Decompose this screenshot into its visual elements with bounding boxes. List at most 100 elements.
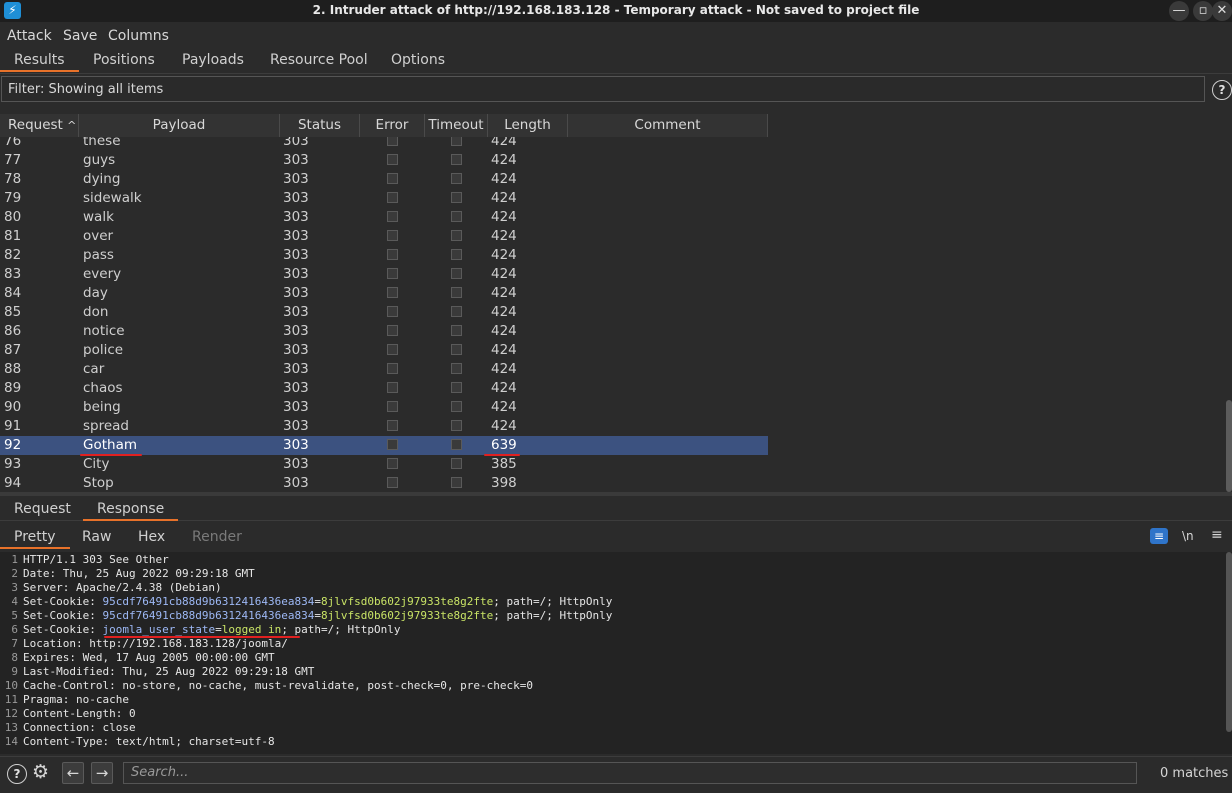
tab-raw[interactable]: Raw [82,529,111,545]
menu-bar: Attack Save Columns [0,24,1232,46]
payload-cell: chaos [83,380,123,396]
header-name: Pragma: [23,693,70,706]
tab-options[interactable]: Options [391,52,445,68]
tab-render[interactable]: Render [192,529,242,545]
tab-payloads[interactable]: Payloads [182,52,244,68]
cookie-attributes: ; path=/; HttpOnly [493,595,613,608]
column-error[interactable]: Error [360,114,425,137]
table-row[interactable]: 86 notice 303 424 [0,322,768,341]
filter-label: Filter: Showing all items [8,82,164,97]
column-status[interactable]: Status [280,114,360,137]
tab-results[interactable]: Results [0,52,79,72]
column-length[interactable]: Length [488,114,568,137]
maximize-button[interactable]: ▫ [1193,1,1213,21]
request-number: 93 [4,456,22,472]
timeout-checkbox [451,154,462,165]
word-wrap-icon[interactable]: ≡ [1150,528,1168,544]
timeout-checkbox [451,439,462,450]
error-checkbox [387,344,398,355]
response-line: 1 HTTP/1.1 303 See Other [0,553,1220,567]
status-cell: 303 [283,285,309,301]
timeout-checkbox [451,230,462,241]
menu-columns[interactable]: Columns [108,28,169,44]
table-row[interactable]: 93 City 303 385 [0,455,768,474]
length-cell: 424 [491,418,517,434]
table-row[interactable]: 94 Stop 303 398 [0,474,768,492]
close-button[interactable]: ✕ [1212,1,1232,21]
header-name: Last-Modified: [23,665,116,678]
editor-scrollbar[interactable] [1226,552,1232,732]
line-content: Pragma: no-cache [23,693,129,707]
timeout-checkbox [451,249,462,260]
table-row[interactable]: 80 walk 303 424 [0,208,768,227]
error-checkbox [387,268,398,279]
length-cell: 424 [491,171,517,187]
help-icon[interactable]: ? [7,764,27,784]
timeout-checkbox [451,325,462,336]
error-checkbox [387,211,398,222]
table-row[interactable]: 89 chaos 303 424 [0,379,768,398]
tab-hex[interactable]: Hex [138,529,165,545]
response-line: 3 Server: Apache/2.4.38 (Debian) [0,581,1220,595]
scrollbar-thumb[interactable] [1226,400,1232,492]
error-checkbox [387,287,398,298]
minimize-button[interactable]: — [1169,1,1189,21]
newline-toggle-icon[interactable]: \n [1182,529,1194,543]
table-row[interactable]: 84 day 303 424 [0,284,768,303]
table-row[interactable]: 76 these 303 424 [0,137,768,151]
editor-menu-icon[interactable]: ≡ [1211,527,1223,543]
table-row[interactable]: 81 over 303 424 [0,227,768,246]
payload-cell: spread [83,418,130,434]
column-comment[interactable]: Comment [568,114,768,137]
length-cell: 424 [491,137,517,149]
payload-cell: pass [83,247,114,263]
tab-pretty[interactable]: Pretty [0,529,70,549]
status-cell: 303 [283,190,309,206]
line-number: 2 [11,567,18,580]
header-value: Thu, 25 Aug 2022 09:29:18 GMT [115,665,315,678]
tab-positions[interactable]: Positions [93,52,155,68]
cookie-annotation-underline [104,636,300,638]
table-row[interactable]: 79 sidewalk 303 424 [0,189,768,208]
table-row[interactable]: 85 don 303 424 [0,303,768,322]
search-input[interactable]: Search... [123,762,1137,784]
tab-response[interactable]: Response [83,501,179,521]
header-name: Cache-Control: [23,679,116,692]
line-content: Set-Cookie: 95cdf76491cb88d9b6312416436e… [23,595,613,608]
column-payload[interactable]: Payload [79,114,280,137]
table-row[interactable]: 83 every 303 424 [0,265,768,284]
table-row[interactable]: 82 pass 303 424 [0,246,768,265]
header-name: Location: [23,637,83,650]
table-row[interactable]: 91 spread 303 424 [0,417,768,436]
length-cell: 424 [491,228,517,244]
status-cell: 303 [283,437,309,453]
next-match-button[interactable]: → [91,762,113,784]
help-icon[interactable]: ? [1212,80,1232,100]
view-tabs: Pretty Raw Hex Render ≡ \n ≡ [0,524,1232,550]
response-line: 11 Pragma: no-cache [0,693,1220,707]
column-request[interactable]: Request ^ [0,114,79,137]
status-cell: 303 [283,209,309,225]
table-row[interactable]: 87 police 303 424 [0,341,768,360]
menu-attack[interactable]: Attack [7,28,52,44]
line-number: 12 [4,707,18,720]
request-number: 79 [4,190,22,206]
table-row[interactable]: 77 guys 303 424 [0,151,768,170]
menu-save[interactable]: Save [63,28,97,44]
status-cell: 303 [283,323,309,339]
message-tabs: Request Response [0,496,1232,521]
table-scrollbar[interactable] [1226,138,1232,492]
results-filter[interactable]: Filter: Showing all items [1,76,1205,102]
table-row[interactable]: 90 being 303 424 [0,398,768,417]
table-row[interactable]: 92 Gotham 303 639 [0,436,768,455]
column-timeout[interactable]: Timeout [425,114,488,137]
error-checkbox [387,137,398,146]
tab-request[interactable]: Request [14,501,71,517]
table-row[interactable]: 88 car 303 424 [0,360,768,379]
response-editor[interactable]: 1 HTTP/1.1 303 See Other 2 Date: Thu, 25 Au… [0,552,1232,754]
previous-match-button[interactable]: ← [62,762,84,784]
timeout-checkbox [451,137,462,146]
table-row[interactable]: 78 dying 303 424 [0,170,768,189]
settings-gear-icon[interactable]: ⚙ [32,761,49,783]
tab-resource-pool[interactable]: Resource Pool [270,52,368,68]
